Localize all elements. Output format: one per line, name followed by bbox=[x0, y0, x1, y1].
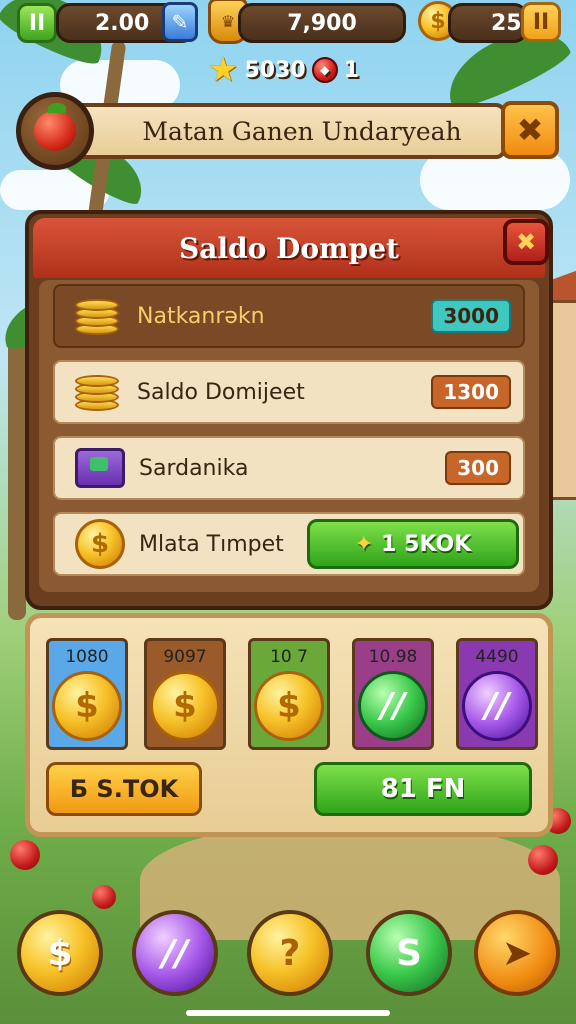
syringe-icon[interactable]: ✎ bbox=[162, 2, 198, 42]
pause-button-left[interactable]: II bbox=[17, 3, 57, 43]
wallet-row: Saldo Domijeet 1300 bbox=[53, 360, 525, 424]
dollar-coin-icon: $ bbox=[75, 519, 125, 569]
close-button-wallet[interactable]: ✖ bbox=[503, 219, 549, 265]
stats-row: ★ 5030 ◆ 1 bbox=[208, 50, 359, 90]
pack-amount: 10 7 bbox=[270, 647, 308, 667]
stock-button[interactable]: Б S.TOK bbox=[46, 762, 202, 816]
wallet-row: Natkanrəkn 3000 bbox=[53, 284, 525, 348]
tomato-mascot-icon bbox=[34, 103, 76, 151]
chest-icon bbox=[75, 448, 125, 488]
star-icon: ★ bbox=[208, 50, 239, 90]
close-icon: ✖ bbox=[515, 228, 537, 256]
buy-button-label: 81 FN bbox=[380, 774, 466, 804]
wallet-body: Natkanrəkn 3000 Saldo Domijeet 1300 Sard… bbox=[39, 280, 539, 592]
pause-icon: II bbox=[28, 10, 46, 36]
page-title: Matan Ganen Undaryeah bbox=[142, 116, 462, 146]
pack-amount: 9097 bbox=[163, 647, 207, 667]
shop-s-icon: S bbox=[396, 932, 422, 974]
coins-counter: 25 bbox=[448, 3, 528, 43]
amethyst-gem-icon: // bbox=[462, 671, 532, 741]
question-icon: ? bbox=[279, 932, 301, 974]
withdraw-row: $ Mlata Tımpet ✦ 1 5KOK bbox=[53, 512, 525, 576]
wallet-panel: Saldo Dompet ✖ Natkanrəkn 3000 Saldo Dom… bbox=[25, 210, 553, 610]
home-indicator[interactable] bbox=[186, 1010, 390, 1016]
wallet-row-value: 1300 bbox=[431, 375, 511, 409]
shop-pack[interactable]: 9097 $ bbox=[144, 638, 226, 750]
wallet-row-value: 300 bbox=[445, 451, 511, 485]
nav-shop-button[interactable]: S bbox=[366, 910, 452, 996]
nav-forward-button[interactable]: ➤ bbox=[474, 910, 560, 996]
arrow-icon: ➤ bbox=[501, 932, 533, 974]
sparkle-icon: ✦ bbox=[354, 531, 374, 557]
close-button-header[interactable]: ✖ bbox=[501, 101, 559, 159]
title-banner: Matan Ganen Undaryeah bbox=[48, 103, 506, 159]
shop-pack[interactable]: 10 7 $ bbox=[248, 638, 330, 750]
coin-sparkle-icon: $ bbox=[47, 932, 73, 974]
shop-pack[interactable]: 10.98 // bbox=[352, 638, 434, 750]
close-icon: ✖ bbox=[516, 111, 544, 149]
withdraw-button-label: 1 5KOK bbox=[381, 531, 472, 557]
shop-pack[interactable]: 4490 // bbox=[456, 638, 538, 750]
dollar-coin-icon: $ bbox=[52, 671, 122, 741]
wallet-row: Sardanika 300 bbox=[53, 436, 525, 500]
wallet-row-label: Natkanrəkn bbox=[137, 303, 265, 329]
nav-help-button[interactable]: ? bbox=[247, 910, 333, 996]
pack-amount: 1080 bbox=[65, 647, 109, 667]
coin-stack-icon bbox=[75, 293, 123, 339]
pause-button-right[interactable]: II bbox=[521, 2, 561, 42]
withdraw-button[interactable]: ✦ 1 5KOK bbox=[307, 519, 519, 569]
wallet-header: Saldo Dompet bbox=[33, 218, 545, 278]
emerald-gem-icon: // bbox=[358, 671, 428, 741]
nav-gem-button[interactable]: // bbox=[132, 910, 218, 996]
pack-amount: 10.98 bbox=[368, 647, 418, 667]
pack-amount: 4490 bbox=[475, 647, 519, 667]
gem-icon: // bbox=[161, 932, 189, 974]
shop-panel: 1080 $ 9097 $ 10 7 $ 10.98 // 4490 // Б … bbox=[25, 613, 553, 837]
dollar-coin-icon: $ bbox=[254, 671, 324, 741]
pause-icon: II bbox=[532, 9, 550, 35]
dollar-coin-icon: $ bbox=[150, 671, 220, 741]
withdraw-label: Mlata Tımpet bbox=[139, 531, 284, 557]
gold-counter: 7,900 bbox=[238, 3, 406, 43]
wallet-row-label: Saldo Domijeet bbox=[137, 379, 305, 405]
coin-stack-icon bbox=[75, 369, 123, 415]
nav-coin-button[interactable]: $ bbox=[17, 910, 103, 996]
avatar[interactable] bbox=[16, 92, 94, 170]
shop-pack[interactable]: 1080 $ bbox=[46, 638, 128, 750]
buy-button[interactable]: 81 FN bbox=[314, 762, 532, 816]
ruby-icon: ◆ bbox=[311, 57, 338, 83]
wallet-title: Saldo Dompet bbox=[179, 231, 399, 265]
stars-value: 5030 bbox=[244, 57, 306, 83]
wallet-row-label: Sardanika bbox=[139, 455, 249, 481]
wallet-row-value: 3000 bbox=[431, 299, 511, 333]
rubies-value: 1 bbox=[343, 57, 360, 83]
stock-button-label: Б S.TOK bbox=[69, 775, 179, 803]
